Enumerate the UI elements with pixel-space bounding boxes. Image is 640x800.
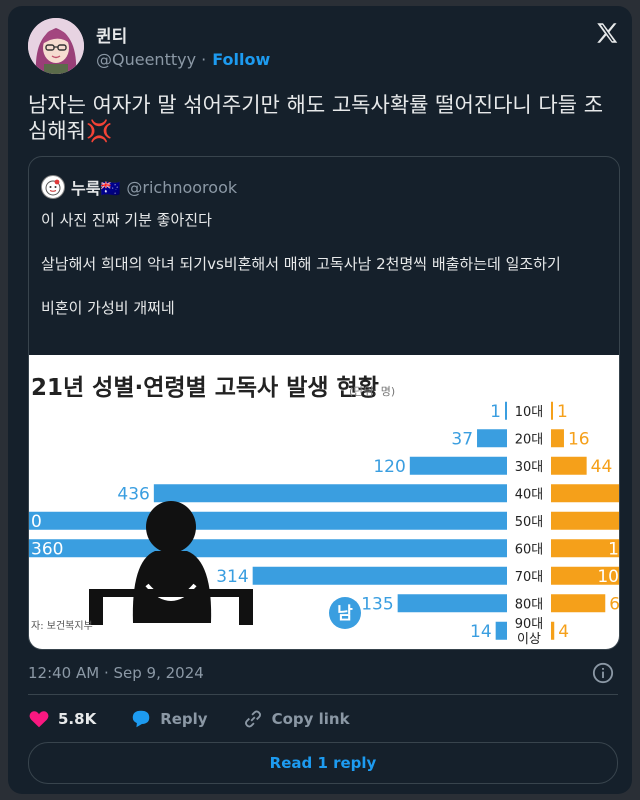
- bar-male: [397, 594, 507, 613]
- bar-male-label: 314: [216, 567, 248, 587]
- bar-male-label: 436: [117, 484, 149, 504]
- bar-male-label: 1: [490, 402, 501, 422]
- bar-female: [551, 456, 587, 475]
- category-label: 50대: [515, 515, 544, 530]
- avatar[interactable]: [28, 18, 84, 74]
- quoted-media-image[interactable]: 21년 성별·연령별 고독사 발생 현황 (단위: 명) 10대 1 1 20대 37 1…: [29, 355, 619, 649]
- quoted-line: 이 사진 진짜 기분 좋아진다: [41, 211, 212, 229]
- quoted-author-name[interactable]: 누룩🇦🇺: [71, 175, 120, 199]
- category-label: 이상: [517, 632, 541, 647]
- bar-female-label: 16: [568, 429, 590, 449]
- bar-male: [409, 456, 507, 475]
- info-icon[interactable]: [592, 662, 614, 684]
- action-bar: 5.8K Reply Copy link: [28, 708, 384, 730]
- bar-female: [551, 484, 619, 503]
- chart-source: 자: 보건복지부: [31, 620, 93, 632]
- avatar-image: [28, 18, 84, 74]
- quoted-avatar[interactable]: [41, 175, 65, 199]
- copy-link-button[interactable]: Copy link: [242, 708, 350, 730]
- bar-male: [29, 539, 507, 558]
- bar-male: [252, 566, 507, 585]
- x-logo-icon[interactable]: [594, 20, 620, 46]
- chart-svg: 21년 성별·연령별 고독사 발생 현황 (단위: 명) 10대 1 1 20대 37 1…: [29, 375, 619, 647]
- bar-male: [29, 511, 507, 530]
- category-label: 70대: [515, 570, 544, 585]
- tweet-text: 남자는 여자가 말 섞어주기만 해도 고독사확률 떨어진다니 다들 조심해줘💢: [28, 93, 604, 143]
- bar-female: [551, 401, 553, 420]
- divider: [28, 694, 618, 695]
- quoted-avatar-image: [45, 179, 61, 196]
- bar-male-label: 37: [451, 429, 473, 449]
- author-name[interactable]: 퀸티: [96, 22, 127, 47]
- quoted-tweet[interactable]: 누룩🇦🇺 @richnoorook 이 사진 진짜 기분 좋아진다 살남해서 희…: [28, 156, 620, 650]
- follow-button[interactable]: Follow: [212, 50, 270, 69]
- bar-female: [551, 429, 564, 448]
- tweet-card: 퀸티 @Queenttyy · Follow 남자는 여자가 말 섞어주기만 해도…: [8, 6, 632, 794]
- bar-male-label: 0: [31, 512, 42, 532]
- author-handle-row: @Queenttyy · Follow: [96, 50, 270, 69]
- bar-male: [495, 621, 507, 640]
- bar-male-label: 135: [361, 594, 393, 614]
- bar-female-label: 67: [609, 594, 619, 614]
- bar-female-label: 10: [597, 567, 619, 587]
- bar-female: [551, 594, 606, 613]
- like-button[interactable]: 5.8K: [28, 708, 96, 730]
- bar-male-label: 120: [373, 457, 405, 477]
- reply-button[interactable]: Reply: [130, 708, 208, 730]
- bar-male-label: 14: [470, 622, 492, 642]
- read-replies-button[interactable]: Read 1 reply: [28, 742, 618, 784]
- author-handle[interactable]: @Queenttyy: [96, 50, 196, 69]
- bar-female-label: 44: [591, 457, 613, 477]
- timestamp[interactable]: 12:40 AM · Sep 9, 2024: [28, 664, 204, 682]
- bar-female: [551, 621, 555, 640]
- male-badge-label: 남: [337, 604, 353, 624]
- chart-unit-note: (단위: 명): [349, 385, 395, 398]
- category-label: 60대: [515, 542, 544, 557]
- link-icon: [244, 710, 261, 728]
- chart-title: 21년 성별·연령별 고독사 발생 현황: [31, 375, 379, 401]
- like-count: 5.8K: [58, 710, 97, 728]
- heart-icon: [29, 711, 49, 728]
- category-label: 90대: [515, 617, 544, 632]
- bar-male-label: 360: [31, 539, 63, 559]
- category-label: 30대: [515, 460, 544, 475]
- category-label: 40대: [515, 487, 544, 502]
- quoted-line: 살남해서 희대의 악녀 되기vs비혼해서 매해 고독사남 2천명씩 배출하는데 …: [41, 255, 561, 273]
- bar-female-label: 4: [558, 622, 569, 642]
- bar-male: [505, 401, 507, 420]
- quoted-line: 비혼이 가성비 개쩌네: [41, 299, 175, 317]
- bar-male: [153, 484, 507, 503]
- copy-link-label: Copy link: [271, 710, 350, 728]
- bar-female-label: 1: [608, 539, 619, 559]
- quoted-line: [41, 231, 607, 253]
- category-label: 20대: [515, 432, 544, 447]
- bar-male: [477, 429, 507, 448]
- bar-female-label: 1: [557, 402, 568, 422]
- separator: ·: [201, 50, 207, 69]
- reply-bubble-icon: [132, 710, 150, 728]
- quoted-author-handle[interactable]: @richnoorook: [126, 178, 237, 197]
- category-label: 10대: [515, 405, 544, 420]
- bar-female: [551, 511, 619, 530]
- quoted-tweet-text: 이 사진 진짜 기분 좋아진다 살남해서 희대의 악녀 되기vs비혼해서 매해 …: [41, 209, 607, 319]
- quoted-line: [41, 275, 607, 297]
- reply-label: Reply: [160, 710, 208, 728]
- category-label: 80대: [515, 597, 544, 612]
- quoted-tweet-header: 누룩🇦🇺 @richnoorook: [41, 175, 237, 199]
